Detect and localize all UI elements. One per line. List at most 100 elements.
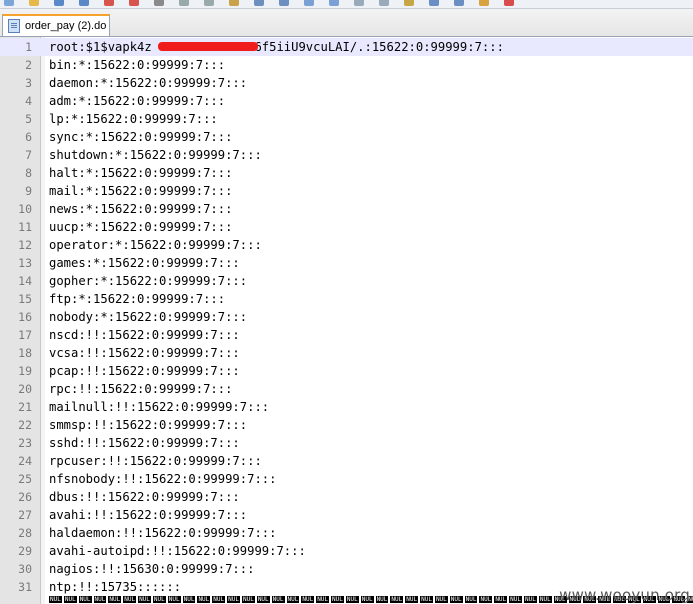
editor-line[interactable]: 14 gopher:*:15622:0:99999:7::: [0, 272, 693, 290]
redo-icon[interactable] [279, 0, 289, 6]
copy-icon[interactable] [204, 0, 214, 6]
line-text: ftp:*:15622:0:99999:7::: [49, 292, 226, 306]
paste-icon[interactable] [229, 0, 239, 6]
line-number: 11 [18, 220, 32, 234]
close-icon[interactable] [104, 0, 114, 6]
editor-line[interactable]: 1 root:$1$vapk4z 6f5iiU9vcuLAI/.:15622:0:… [0, 38, 693, 56]
line-number: 29 [18, 544, 32, 558]
line-text: vcsa:!!:15622:0:99999:7::: [49, 346, 240, 360]
nul-char: NUL [420, 596, 433, 603]
line-number: 16 [18, 310, 32, 324]
nul-char: NUL [524, 596, 537, 603]
save-icon[interactable] [54, 0, 64, 6]
editor-line[interactable]: 19 pcap:!!:15622:0:99999:7::: [0, 362, 693, 380]
find-icon[interactable] [304, 0, 314, 6]
user-lang-icon[interactable] [479, 0, 489, 6]
line-number: 31 [18, 580, 32, 594]
line-text: smmsp:!!:15622:0:99999:7::: [49, 418, 248, 432]
line-text: root:$1$vapk4z 6f5iiU9vcuLAI/.:15622:0:9… [49, 40, 504, 54]
line-number: 6 [25, 130, 32, 144]
editor-line[interactable]: 13 games:*:15622:0:99999:7::: [0, 254, 693, 272]
line-number: 15 [18, 292, 32, 306]
record-macro-icon[interactable] [504, 0, 514, 6]
editor-line[interactable]: 20 rpc:!!:15622:0:99999:7::: [0, 380, 693, 398]
line-text: bin:*:15622:0:99999:7::: [49, 58, 226, 72]
editor-line[interactable]: 29 avahi-autoipd:!!:15622:0:99999:7::: [0, 542, 693, 560]
editor-line[interactable]: 23 sshd:!!:15622:0:99999:7::: [0, 434, 693, 452]
line-number: 28 [18, 526, 32, 540]
print-icon[interactable] [154, 0, 164, 6]
editor-line[interactable]: 3 daemon:*:15622:0:99999:7::: [0, 74, 693, 92]
nul-char: NUL [464, 596, 478, 603]
line-text: games:*:15622:0:99999:7::: [49, 256, 240, 270]
nul-char: NUL [167, 596, 181, 603]
editor-line[interactable]: 9 mail:*:15622:0:99999:7::: [0, 182, 693, 200]
nul-char: NUL [286, 596, 300, 603]
line-text: news:*:15622:0:99999:7::: [49, 202, 233, 216]
editor-line[interactable]: 7 shutdown:*:15622:0:99999:7::: [0, 146, 693, 164]
editor-line[interactable]: 10 news:*:15622:0:99999:7::: [0, 200, 693, 218]
toolbar [0, 0, 693, 9]
tab-bar: order_pay (2).do [0, 9, 693, 37]
line-number: 5 [25, 112, 32, 126]
editor-line[interactable]: 17 nscd:!!:15622:0:99999:7::: [0, 326, 693, 344]
editor-line[interactable]: 25 nfsnobody:!!:15622:0:99999:7::: [0, 470, 693, 488]
editor-line[interactable]: 22 smmsp:!!:15622:0:99999:7::: [0, 416, 693, 434]
line-number: 18 [18, 346, 32, 360]
open-icon[interactable] [29, 0, 39, 6]
editor-line[interactable]: 15 ftp:*:15622:0:99999:7::: [0, 290, 693, 308]
editor-line[interactable]: 6 sync:*:15622:0:99999:7::: [0, 128, 693, 146]
editor-line[interactable]: 18 vcsa:!!:15622:0:99999:7::: [0, 344, 693, 362]
line-text: ntp:!!:15735:::::: [49, 580, 182, 594]
close-all-icon[interactable] [129, 0, 139, 6]
nul-char: NUL [182, 596, 196, 603]
nul-char: NUL [49, 596, 62, 603]
editor[interactable]: 1 root:$1$vapk4z 6f5iiU9vcuLAI/.:15622:0:… [0, 37, 693, 604]
line-text: dbus:!!:15622:0:99999:7::: [49, 490, 240, 504]
editor-line[interactable]: 11 uucp:*:15622:0:99999:7::: [0, 218, 693, 236]
indent-guide-icon[interactable] [454, 0, 464, 6]
watermark: www.wooyun.org [559, 586, 690, 604]
zoom-in-icon[interactable] [354, 0, 364, 6]
undo-icon[interactable] [254, 0, 264, 6]
replace-icon[interactable] [329, 0, 339, 6]
nul-char: NUL [301, 596, 315, 603]
line-number: 4 [25, 94, 32, 108]
editor-line[interactable]: 12 operator:*:15622:0:99999:7::: [0, 236, 693, 254]
save-all-icon[interactable] [79, 0, 89, 6]
line-text: sync:*:15622:0:99999:7::: [49, 130, 233, 144]
editor-line[interactable]: 24 rpcuser:!!:15622:0:99999:7::: [0, 452, 693, 470]
text-lines[interactable]: 1 root:$1$vapk4z 6f5iiU9vcuLAI/.:15622:0:… [0, 38, 693, 596]
editor-line[interactable]: 28 haldaemon:!!:15622:0:99999:7::: [0, 524, 693, 542]
line-text: nscd:!!:15622:0:99999:7::: [49, 328, 240, 342]
nul-char: NUL [93, 596, 107, 603]
editor-line[interactable]: 5 lp:*:15622:0:99999:7::: [0, 110, 693, 128]
editor-line[interactable]: 27 avahi:!!:15622:0:99999:7::: [0, 506, 693, 524]
editor-line[interactable]: 8 halt:*:15622:0:99999:7::: [0, 164, 693, 182]
line-text: rpcuser:!!:15622:0:99999:7::: [49, 454, 262, 468]
tab-order-pay[interactable]: order_pay (2).do [2, 14, 110, 36]
editor-line[interactable]: 30 nagios:!!:15630:0:99999:7::: [0, 560, 693, 578]
nul-char: NUL [138, 596, 151, 603]
new-file-icon[interactable] [4, 0, 14, 6]
line-number: 22 [18, 418, 32, 432]
zoom-out-icon[interactable] [379, 0, 389, 6]
sync-icon[interactable] [404, 0, 414, 6]
line-number: 2 [25, 58, 32, 72]
line-number: 8 [25, 166, 32, 180]
nul-char: NUL [152, 596, 166, 603]
line-number: 9 [25, 184, 32, 198]
nul-char: NUL [434, 596, 448, 603]
nul-char: NUL [538, 596, 552, 603]
editor-line[interactable]: 4 adm:*:15622:0:99999:7::: [0, 92, 693, 110]
editor-line[interactable]: 21 mailnull:!!:15622:0:99999:7::: [0, 398, 693, 416]
editor-line[interactable]: 26 dbus:!!:15622:0:99999:7::: [0, 488, 693, 506]
editor-line[interactable]: 16 nobody:*:15622:0:99999:7::: [0, 308, 693, 326]
editor-line[interactable]: 2 bin:*:15622:0:99999:7::: [0, 56, 693, 74]
line-number: 26 [18, 490, 32, 504]
line-number: 17 [18, 328, 32, 342]
line-number: 20 [18, 382, 32, 396]
line-text: haldaemon:!!:15622:0:99999:7::: [49, 526, 277, 540]
cut-icon[interactable] [179, 0, 189, 6]
wrap-icon[interactable] [429, 0, 439, 6]
